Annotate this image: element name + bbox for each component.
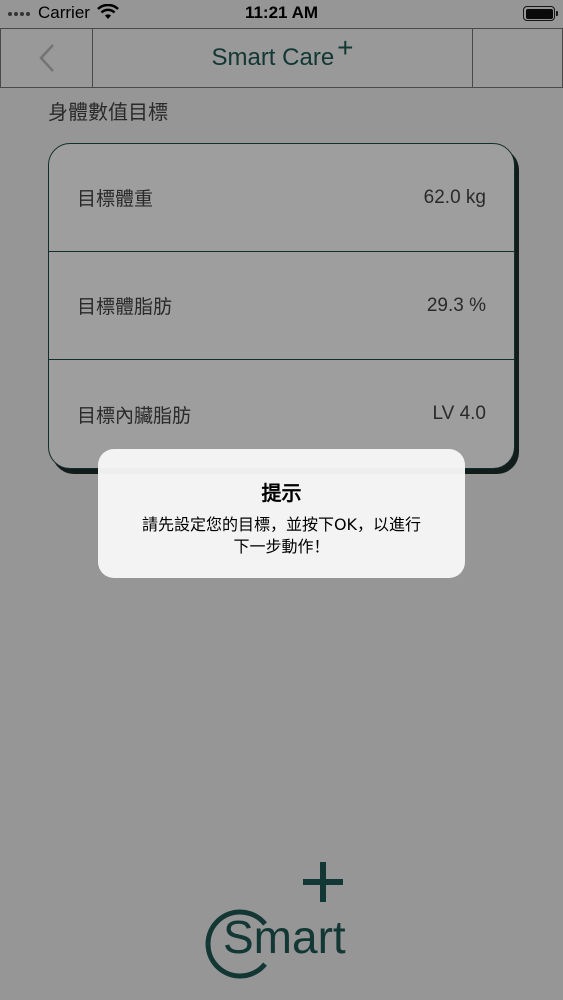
alert-message-line1: 請先設定您的目標，並按下OK，以進行 (141, 515, 422, 534)
alert-message-line2: 下一步動作！ (233, 537, 330, 556)
alert-dialog: 提示 請先設定您的目標，並按下OK，以進行 下一步動作！ (98, 449, 465, 578)
alert-title: 提示 (261, 481, 302, 505)
alert-message: 請先設定您的目標，並按下OK，以進行 下一步動作！ (98, 514, 465, 558)
